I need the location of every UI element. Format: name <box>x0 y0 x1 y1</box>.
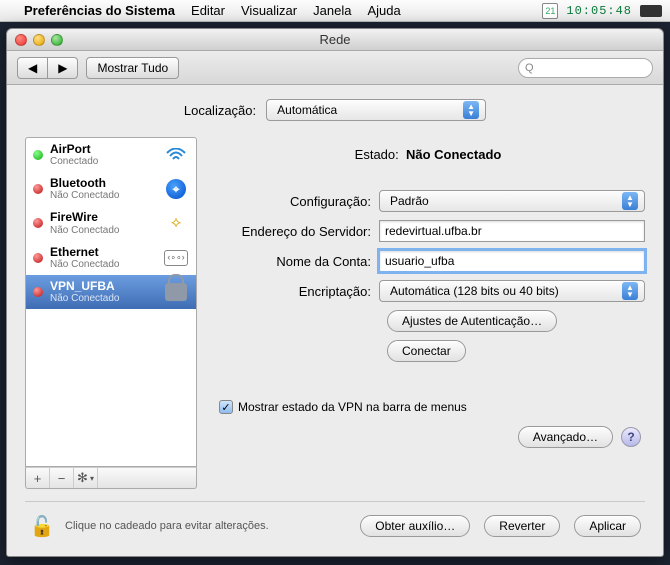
service-bluetooth[interactable]: Bluetooth Não Conectado ⌖ <box>26 172 196 206</box>
assist-button[interactable]: Obter auxílio… <box>360 515 470 537</box>
location-label: Localização: <box>184 103 256 118</box>
help-button[interactable]: ? <box>621 427 641 447</box>
network-prefs-window: Rede ◀ ▶ Mostrar Tudo Q Localização: Aut… <box>6 28 664 557</box>
search-field[interactable]: Q <box>518 58 653 78</box>
add-service-button[interactable]: + <box>26 468 50 488</box>
popup-arrows-icon: ▲▼ <box>622 192 638 210</box>
location-value: Automática <box>277 103 337 117</box>
status-dot-icon <box>33 218 43 228</box>
toolbar: ◀ ▶ Mostrar Tudo Q <box>7 51 663 85</box>
apply-button[interactable]: Aplicar <box>574 515 641 537</box>
service-name: FireWire <box>50 211 120 224</box>
status-dot-icon <box>33 184 43 194</box>
menu-ajuda[interactable]: Ajuda <box>367 3 400 18</box>
lock-note: Clique no cadeado para evitar alterações… <box>65 520 346 532</box>
divider <box>25 501 645 502</box>
encryption-label: Encriptação: <box>211 284 379 299</box>
menu-editar[interactable]: Editar <box>191 3 225 18</box>
service-name: VPN_UFBA <box>50 280 120 293</box>
search-icon: Q <box>525 62 534 74</box>
status-dot-icon <box>33 253 43 263</box>
show-all-button[interactable]: Mostrar Tudo <box>86 57 179 79</box>
wifi-icon <box>163 144 189 166</box>
service-name: Ethernet <box>50 246 120 259</box>
menu-visualizar[interactable]: Visualizar <box>241 3 297 18</box>
configuration-popup[interactable]: Padrão ▲▼ <box>379 190 645 212</box>
service-ethernet[interactable]: Ethernet Não Conectado ‹∘∘› <box>26 241 196 275</box>
encryption-popup[interactable]: Automática (128 bits ou 40 bits) ▲▼ <box>379 280 645 302</box>
service-status: Não Conectado <box>50 293 120 304</box>
server-address-label: Endereço do Servidor: <box>211 224 379 239</box>
status-dot-icon <box>33 150 43 160</box>
titlebar[interactable]: Rede <box>7 29 663 51</box>
revert-button[interactable]: Reverter <box>484 515 560 537</box>
location-popup[interactable]: Automática ▲▼ <box>266 99 486 121</box>
popup-arrows-icon: ▲▼ <box>622 282 638 300</box>
show-vpn-status-label: Mostrar estado da VPN na barra de menus <box>238 400 467 414</box>
service-list[interactable]: AirPort Conectado Bluetooth Não Conectad… <box>25 137 197 467</box>
lock-icon <box>163 281 189 303</box>
lock-button[interactable]: 🔓 <box>29 512 55 540</box>
state-value: Não Conectado <box>406 147 501 162</box>
bluetooth-icon: ⌖ <box>163 178 189 200</box>
calendar-menulet-icon[interactable]: 21 <box>542 3 558 19</box>
back-button[interactable]: ◀ <box>17 57 48 79</box>
service-status: Não Conectado <box>50 225 120 236</box>
state-label: Estado: <box>355 147 399 162</box>
service-airport[interactable]: AirPort Conectado <box>26 138 196 172</box>
app-menu[interactable]: Preferências do Sistema <box>24 3 175 18</box>
window-title: Rede <box>7 32 663 47</box>
service-status: Não Conectado <box>50 259 120 270</box>
details-pane: Estado: Não Conectado Configuração: Padr… <box>211 137 645 489</box>
firewire-icon: ⟡ <box>163 212 189 234</box>
remove-service-button[interactable]: − <box>50 468 74 488</box>
advanced-button[interactable]: Avançado… <box>518 426 613 448</box>
account-name-field[interactable] <box>379 250 645 272</box>
configuration-label: Configuração: <box>211 194 379 209</box>
service-action-menu[interactable]: ✻ <box>74 468 98 488</box>
ethernet-icon: ‹∘∘› <box>163 247 189 269</box>
forward-button[interactable]: ▶ <box>48 57 78 79</box>
server-address-field[interactable] <box>379 220 645 242</box>
service-vpn[interactable]: VPN_UFBA Não Conectado <box>26 275 196 309</box>
clock-menulet[interactable]: 10:05:48 <box>566 4 632 18</box>
service-name: AirPort <box>50 143 98 156</box>
service-status: Não Conectado <box>50 190 120 201</box>
encryption-value: Automática (128 bits ou 40 bits) <box>390 284 559 298</box>
auth-settings-button[interactable]: Ajustes de Autenticação… <box>387 310 557 332</box>
menu-janela[interactable]: Janela <box>313 3 351 18</box>
service-name: Bluetooth <box>50 177 120 190</box>
battery-menulet-icon[interactable] <box>640 5 662 17</box>
connect-button[interactable]: Conectar <box>387 340 466 362</box>
service-firewire[interactable]: FireWire Não Conectado ⟡ <box>26 206 196 240</box>
configuration-value: Padrão <box>390 194 429 208</box>
menubar: Preferências do Sistema Editar Visualiza… <box>0 0 670 22</box>
service-status: Conectado <box>50 156 98 167</box>
service-list-tools: + − ✻ <box>25 467 197 489</box>
account-name-label: Nome da Conta: <box>211 254 379 269</box>
status-dot-icon <box>33 287 43 297</box>
popup-arrows-icon: ▲▼ <box>463 101 479 119</box>
show-vpn-status-checkbox[interactable]: ✓ <box>219 400 233 414</box>
nav-segment: ◀ ▶ <box>17 57 78 79</box>
